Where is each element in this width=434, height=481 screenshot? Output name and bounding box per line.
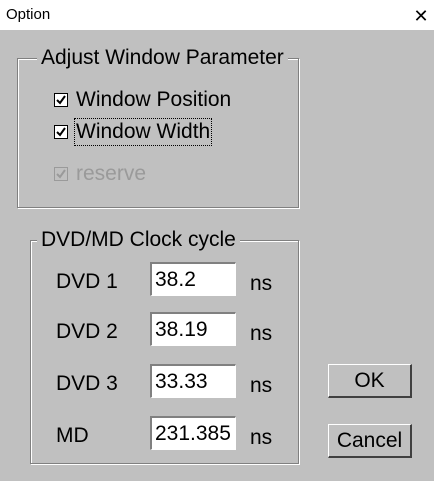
window-width-checkbox[interactable]: Window Width	[54, 118, 213, 146]
checkbox-label: reserve	[76, 162, 147, 185]
dvd3-input[interactable]	[150, 364, 236, 398]
ok-button[interactable]: OK	[328, 364, 412, 398]
reserve-checkbox: reserve	[54, 162, 146, 186]
window-title: Option	[6, 6, 51, 23]
option-dialog: Option ✕ Adjust Window Parameter Window …	[0, 0, 434, 481]
close-icon[interactable]: ✕	[412, 7, 430, 25]
checkmark-icon	[56, 127, 66, 137]
dvd3-label: DVD 3	[56, 372, 118, 395]
checkbox-box[interactable]	[54, 125, 68, 139]
cancel-button[interactable]: Cancel	[328, 424, 412, 458]
checkmark-icon	[56, 95, 66, 105]
dvd1-unit: ns	[250, 272, 273, 295]
dvd1-input[interactable]	[150, 262, 236, 296]
checkbox-label: Window Position	[76, 88, 232, 111]
clock-group-title: DVD/MD Clock cycle	[37, 228, 240, 252]
dvd2-unit: ns	[250, 322, 273, 345]
dvd3-unit: ns	[250, 374, 273, 397]
checkbox-box[interactable]	[54, 93, 68, 107]
checkbox-box	[54, 167, 68, 181]
checkbox-label: Window Width	[73, 118, 213, 146]
dvd2-input[interactable]	[150, 312, 236, 346]
title-bar[interactable]: Option ✕	[0, 0, 434, 30]
md-label: MD	[56, 424, 89, 447]
md-unit: ns	[250, 426, 273, 449]
checkmark-icon	[56, 169, 66, 179]
dvd2-label: DVD 2	[56, 320, 118, 343]
adjust-group-title: Adjust Window Parameter	[37, 46, 288, 70]
md-input[interactable]	[150, 416, 236, 450]
dvd1-label: DVD 1	[56, 270, 118, 293]
window-position-checkbox[interactable]: Window Position	[54, 88, 231, 112]
